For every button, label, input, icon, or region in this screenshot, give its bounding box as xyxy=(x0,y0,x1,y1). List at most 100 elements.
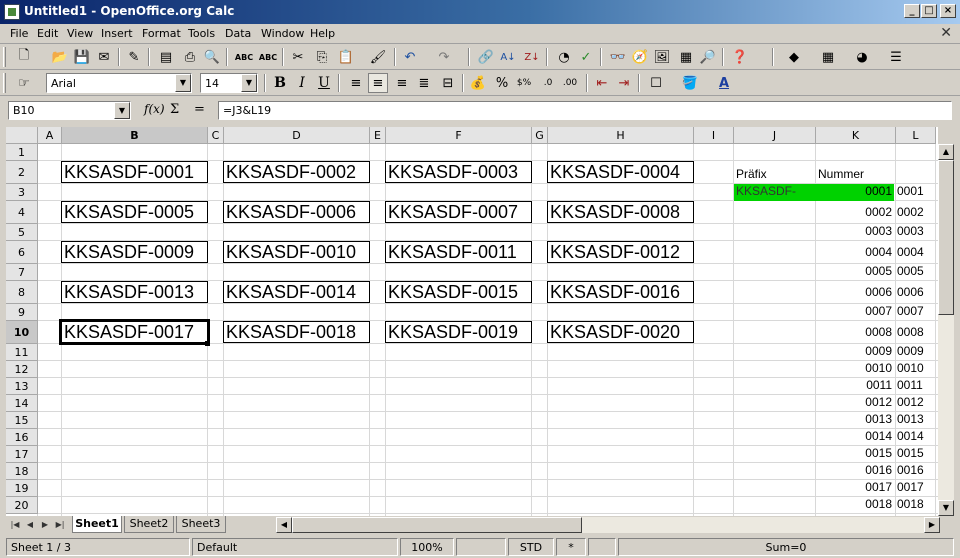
column-header-e[interactable]: E xyxy=(370,127,386,144)
mail-icon[interactable]: ✉ xyxy=(94,47,114,67)
row-header-18[interactable]: 18 xyxy=(6,463,38,480)
function-icon[interactable]: = xyxy=(194,102,205,117)
formatted-number-cell[interactable]: 0011 xyxy=(897,378,923,392)
scroll-down-icon[interactable]: ▼ xyxy=(938,500,954,516)
align-left-icon[interactable]: ≡ xyxy=(346,73,366,93)
vertical-scrollbar[interactable]: ▲ ▼ xyxy=(938,144,954,516)
scroll-thumb[interactable] xyxy=(938,160,954,315)
font-color-icon[interactable]: A xyxy=(714,73,734,93)
number-cell[interactable]: 0010 xyxy=(816,361,894,375)
styles-formatting-icon[interactable]: ☞ xyxy=(14,73,34,93)
column-header-i[interactable]: I xyxy=(694,127,734,144)
menu-view[interactable]: View xyxy=(67,27,93,40)
chart-icon[interactable]: ◔ xyxy=(554,47,574,67)
menu-data[interactable]: Data xyxy=(225,27,251,40)
scroll-left-icon[interactable]: ◀ xyxy=(276,517,292,533)
number-cell[interactable]: 0007 xyxy=(816,304,894,318)
menu-help[interactable]: Help xyxy=(310,27,335,40)
autospellcheck-icon[interactable]: ABC xyxy=(258,47,278,67)
tab-sheet1[interactable]: Sheet1 xyxy=(72,516,122,533)
open-icon[interactable]: 📂 xyxy=(50,47,70,67)
toolbar-grip[interactable] xyxy=(3,73,6,93)
name-box[interactable]: B10 ▼ xyxy=(8,101,131,120)
menu-edit[interactable]: Edit xyxy=(37,27,58,40)
row-header-4[interactable]: 4 xyxy=(6,201,38,224)
number-cell[interactable]: 0004 xyxy=(816,245,894,259)
paste-icon[interactable]: 📋 xyxy=(336,47,356,67)
label-cell[interactable]: KKSASDF-0011 xyxy=(385,241,532,263)
menu-tools[interactable]: Tools xyxy=(188,27,215,40)
formatted-number-cell[interactable]: 0009 xyxy=(897,344,924,358)
formatted-number-cell[interactable]: 0012 xyxy=(897,395,924,409)
formatted-number-cell[interactable]: 0007 xyxy=(897,304,924,318)
status-page-style[interactable]: Default xyxy=(192,538,398,556)
menu-format[interactable]: Format xyxy=(142,27,181,40)
label-cell[interactable]: KKSASDF-0001 xyxy=(61,161,208,183)
formatted-number-cell[interactable]: 0017 xyxy=(897,480,924,494)
cut-icon[interactable]: ✂ xyxy=(288,47,308,67)
number-cell[interactable]: 0011 xyxy=(816,378,894,392)
spellcheck-icon[interactable]: ABC xyxy=(234,47,254,67)
align-center-icon[interactable]: ≡ xyxy=(368,73,388,93)
label-cell[interactable]: KKSASDF-0019 xyxy=(385,321,532,343)
sort-ascending-icon[interactable]: A↓ xyxy=(498,47,518,67)
horizontal-scrollbar[interactable]: ◀ ▶ xyxy=(276,517,940,533)
currency-format-icon[interactable]: 💰 xyxy=(468,73,488,93)
print-icon[interactable]: ⎙ xyxy=(180,47,200,67)
label-cell[interactable]: KKSASDF-0012 xyxy=(547,241,694,263)
underline-button[interactable]: U xyxy=(314,73,334,93)
scroll-up-icon[interactable]: ▲ xyxy=(938,144,954,160)
label-cell[interactable]: KKSASDF-0007 xyxy=(385,201,532,223)
label-cell[interactable]: KKSASDF-0014 xyxy=(223,281,370,303)
close-document-icon[interactable]: ✕ xyxy=(940,25,952,41)
row-header-3[interactable]: 3 xyxy=(6,184,38,201)
redo-icon[interactable]: ↷ xyxy=(434,47,454,67)
number-cell[interactable]: 0017 xyxy=(816,480,894,494)
find-replace-icon[interactable]: 👓 xyxy=(608,47,628,67)
row-header-15[interactable]: 15 xyxy=(6,412,38,429)
formula-input[interactable]: =J3&L19 xyxy=(218,101,952,120)
scroll-thumb[interactable] xyxy=(292,517,582,533)
status-zoom[interactable]: 100% xyxy=(400,538,454,556)
italic-button[interactable]: I xyxy=(292,73,312,93)
row-header-7[interactable]: 7 xyxy=(6,264,38,281)
font-size-select[interactable]: 14 ▼ xyxy=(200,73,258,93)
table-insert-icon[interactable]: ▦ xyxy=(818,47,838,67)
number-cell[interactable]: 0003 xyxy=(816,224,894,238)
formatted-number-cell[interactable]: 0016 xyxy=(897,463,924,477)
sort-descending-icon[interactable]: Z↓ xyxy=(522,47,542,67)
align-right-icon[interactable]: ≡ xyxy=(392,73,412,93)
number-cell[interactable]: 0018 xyxy=(816,497,894,511)
label-cell[interactable]: KKSASDF-0004 xyxy=(547,161,694,183)
column-header-g[interactable]: G xyxy=(532,127,548,144)
close-button[interactable]: × xyxy=(940,4,956,18)
background-color-icon[interactable]: 🪣 xyxy=(680,73,700,93)
increase-indent-icon[interactable]: ⇥ xyxy=(614,73,634,93)
label-cell[interactable]: KKSASDF-0020 xyxy=(547,321,694,343)
fill-handle[interactable] xyxy=(205,341,210,346)
status-signature[interactable] xyxy=(588,538,616,556)
navigator-icon[interactable]: 🧭 xyxy=(630,47,650,67)
export-pdf-icon[interactable]: ▤ xyxy=(156,47,176,67)
row-header-17[interactable]: 17 xyxy=(6,446,38,463)
label-cell[interactable]: KKSASDF-0003 xyxy=(385,161,532,183)
formatted-number-cell[interactable]: 0015 xyxy=(897,446,924,460)
label-cell[interactable]: KKSASDF-0010 xyxy=(223,241,370,263)
label-cell[interactable]: KKSASDF-0018 xyxy=(223,321,370,343)
formatted-number-cell[interactable]: 0013 xyxy=(897,412,924,426)
column-header-a[interactable]: A xyxy=(38,127,62,144)
label-cell[interactable]: KKSASDF-0005 xyxy=(61,201,208,223)
row-header-12[interactable]: 12 xyxy=(6,361,38,378)
chevron-down-icon[interactable]: ▼ xyxy=(241,74,257,92)
font-name-select[interactable]: Arial ▼ xyxy=(46,73,192,93)
formatted-number-cell[interactable]: 0005 xyxy=(897,264,924,278)
prefix-value-cell[interactable]: KKSASDF- xyxy=(734,184,816,201)
column-header-k[interactable]: K xyxy=(816,127,896,144)
number-cell[interactable]: 0006 xyxy=(816,285,894,299)
first-sheet-icon[interactable]: |◀ xyxy=(8,517,22,532)
standard-format-icon[interactable]: $% xyxy=(514,73,534,93)
edit-file-icon[interactable]: ✎ xyxy=(124,47,144,67)
formatted-number-cell[interactable]: 0001 xyxy=(897,184,924,198)
show-draw-functions-icon[interactable]: ✓ xyxy=(576,47,596,67)
next-sheet-icon[interactable]: ▶ xyxy=(38,517,52,532)
